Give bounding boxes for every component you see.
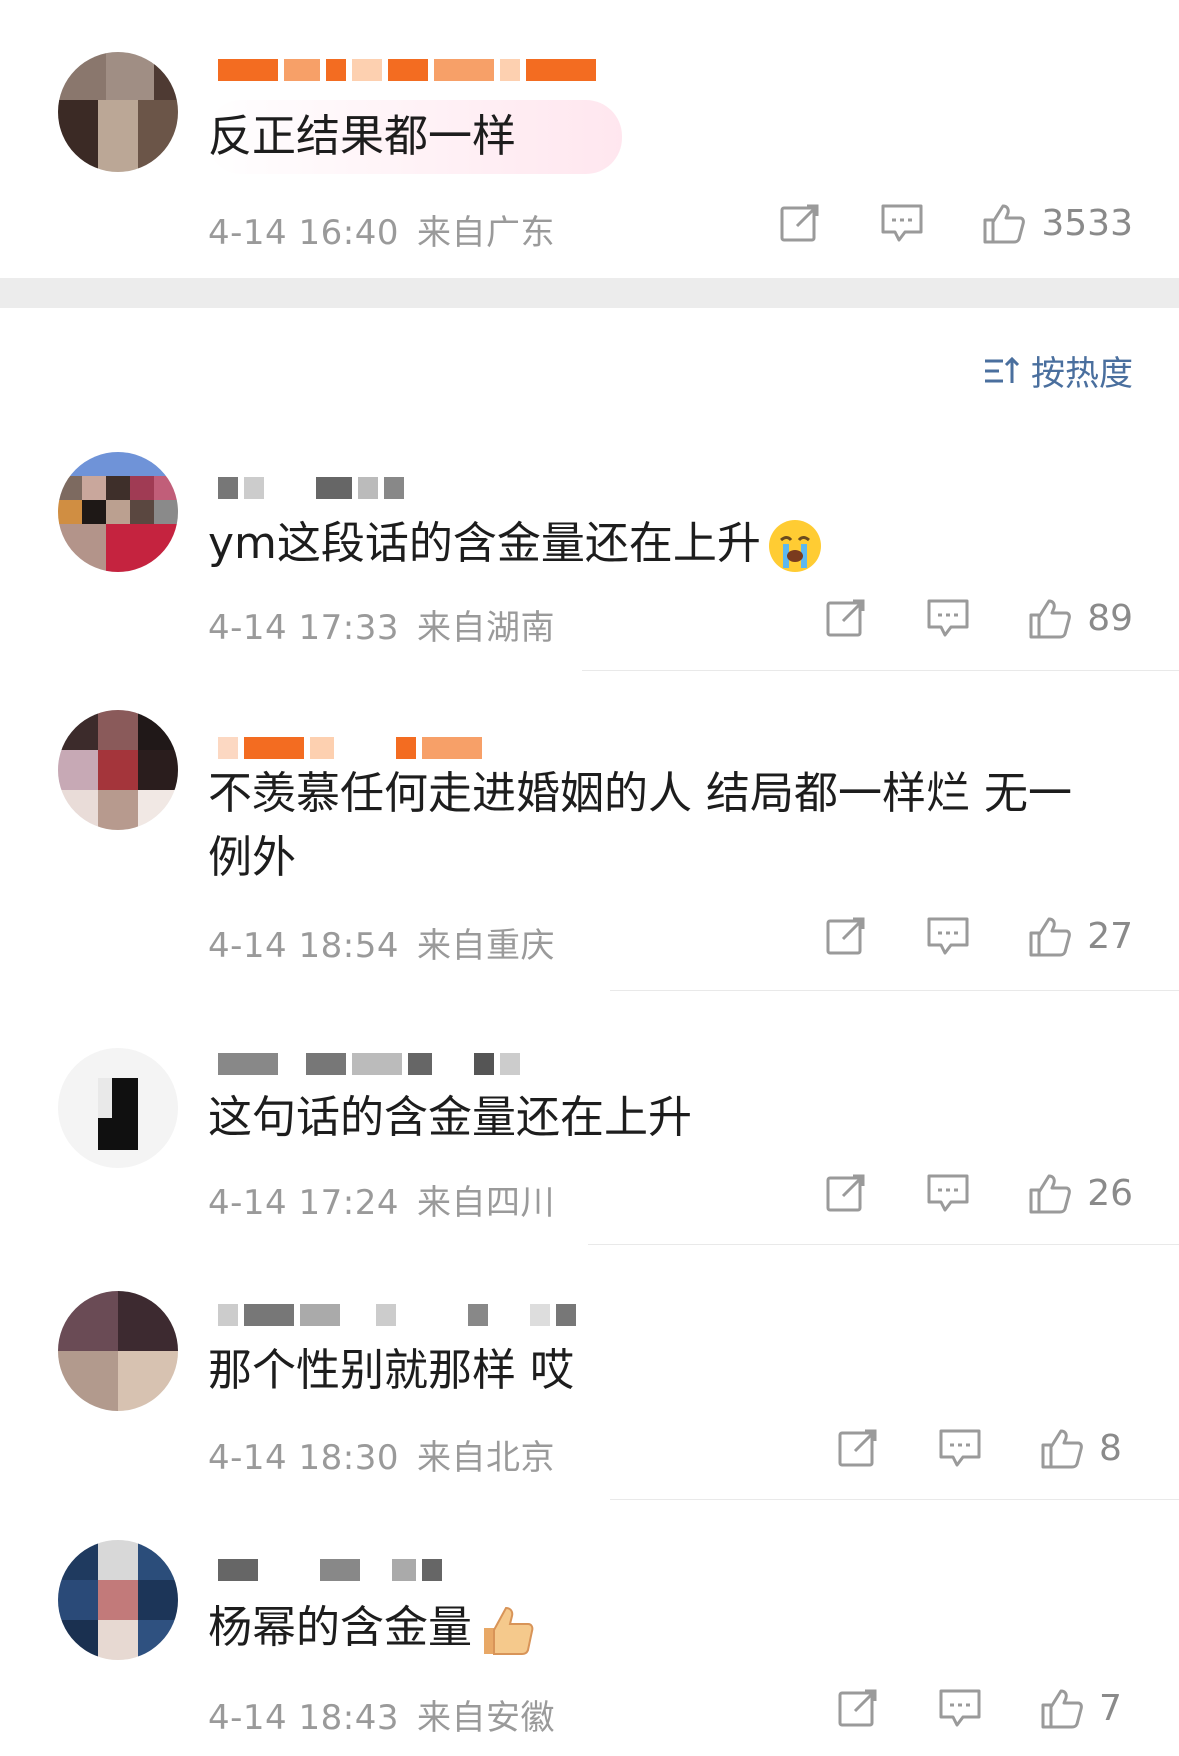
comment-button[interactable] [879, 200, 925, 246]
like-count: 89 [1087, 597, 1133, 639]
thumbs-up-icon [1041, 1689, 1083, 1729]
comment-time: 4-14 17:24 [208, 1183, 399, 1223]
crying-emoji-icon [768, 520, 821, 572]
comment-text: 杨幂的含金量 [208, 1596, 1109, 1660]
like-count: 7 [1099, 1687, 1122, 1729]
like-button[interactable]: 89 [1027, 595, 1133, 641]
avatar[interactable] [58, 1048, 178, 1168]
comment-actions: 7 [835, 1685, 1133, 1731]
comment-button[interactable] [925, 595, 971, 641]
comment-location: 来自广东 [416, 213, 555, 253]
repost-button[interactable] [835, 1685, 881, 1731]
divider [588, 1244, 1179, 1245]
comment-button[interactable] [937, 1685, 983, 1731]
username-redacted[interactable] [218, 1044, 520, 1084]
like-count: 8 [1099, 1427, 1122, 1469]
section-separator [0, 278, 1179, 308]
avatar[interactable] [58, 452, 178, 572]
comment-icon [927, 1174, 969, 1212]
comment-icon [939, 1689, 981, 1727]
comment-icon [927, 599, 969, 637]
comment-actions: 27 [823, 913, 1133, 959]
avatar[interactable] [58, 52, 178, 172]
comment-location: 来自重庆 [416, 926, 555, 966]
comment-meta: 4-14 16:40 来自广东 [208, 205, 555, 254]
comment-meta: 4-14 18:30 来自北京 [208, 1430, 555, 1479]
divider [610, 1499, 1179, 1500]
like-button[interactable]: 8 [1039, 1425, 1133, 1471]
comment-time: 4-14 17:33 [208, 608, 399, 648]
like-button[interactable]: 3533 [981, 200, 1133, 246]
comment-text: ym这段话的含金量还在上升 [208, 512, 1109, 576]
username-redacted[interactable] [218, 50, 596, 90]
thumbs-up-icon [1029, 1174, 1072, 1214]
comment-text-content: 杨幂的含金量 [208, 1602, 472, 1653]
thumbs-up-emoji-icon [484, 1606, 534, 1655]
comment-actions: 8 [835, 1425, 1133, 1471]
comment-icon [927, 917, 969, 955]
comment-button[interactable] [925, 1170, 971, 1216]
repost-button[interactable] [823, 913, 869, 959]
like-button[interactable]: 26 [1027, 1170, 1133, 1216]
like-count: 27 [1087, 915, 1133, 957]
repost-icon [780, 204, 819, 242]
repost-icon [826, 599, 865, 637]
like-count: 26 [1087, 1172, 1133, 1214]
sort-label: 按热度 [1031, 354, 1133, 394]
comment-meta: 4-14 18:54 来自重庆 [208, 918, 555, 967]
thumbs-up-icon [1041, 1429, 1083, 1469]
sort-by-hot-button[interactable]: 按热度 [981, 346, 1133, 395]
comment-text: 反正结果都一样 [208, 111, 516, 162]
repost-button[interactable] [777, 200, 823, 246]
comment-location: 来自北京 [416, 1438, 555, 1478]
repost-icon [838, 1429, 877, 1467]
comment-actions: 26 [823, 1170, 1133, 1216]
avatar[interactable] [58, 1540, 178, 1660]
comment-text-content: ym这段话的含金量还在上升 [208, 518, 761, 569]
comment-time: 4-14 16:40 [208, 213, 399, 253]
username-redacted[interactable] [218, 1550, 442, 1590]
comment-button[interactable] [937, 1425, 983, 1471]
comment-actions: 89 [823, 595, 1133, 641]
like-count: 3533 [1041, 202, 1133, 244]
comment-location: 来自安徽 [416, 1698, 555, 1738]
comment-time: 4-14 18:43 [208, 1698, 399, 1738]
thumbs-up-icon [1029, 917, 1072, 957]
comment-location: 来自四川 [416, 1183, 555, 1223]
thumbs-up-icon [1029, 599, 1072, 639]
comment-meta: 4-14 17:24 来自四川 [208, 1175, 555, 1224]
username-redacted[interactable] [218, 1295, 576, 1335]
divider [610, 990, 1179, 991]
comment-icon [881, 204, 923, 242]
comment-actions: 3533 [777, 200, 1133, 246]
repost-button[interactable] [835, 1425, 881, 1471]
avatar[interactable] [58, 710, 178, 830]
username-redacted[interactable] [218, 468, 404, 508]
comment-icon [939, 1429, 981, 1467]
like-button[interactable]: 7 [1039, 1685, 1133, 1731]
sort-icon [985, 356, 1020, 383]
comment-location: 来自湖南 [416, 608, 555, 648]
thumbs-up-icon [983, 204, 1026, 244]
repost-icon [826, 917, 865, 955]
comment-meta: 4-14 17:33 来自湖南 [208, 600, 555, 649]
comment-text: 那个性别就那样 哎 [208, 1345, 574, 1396]
comment-text: 不羡慕任何走进婚姻的人 结局都一样烂 无一例外 [208, 768, 1072, 883]
avatar[interactable] [58, 1291, 178, 1411]
divider [582, 670, 1179, 671]
comment-time: 4-14 18:54 [208, 926, 399, 966]
comment-time: 4-14 18:30 [208, 1438, 399, 1478]
repost-icon [826, 1174, 865, 1212]
like-button[interactable]: 27 [1027, 913, 1133, 959]
repost-button[interactable] [823, 1170, 869, 1216]
comment-button[interactable] [925, 913, 971, 959]
comment-meta: 4-14 18:43 来自安徽 [208, 1690, 555, 1739]
comment-text: 这句话的含金量还在上升 [208, 1092, 692, 1143]
repost-icon [838, 1689, 877, 1727]
top-comment: 反正结果都一样 4-14 16:40 来自广东 3533 [0, 0, 1179, 278]
repost-button[interactable] [823, 595, 869, 641]
